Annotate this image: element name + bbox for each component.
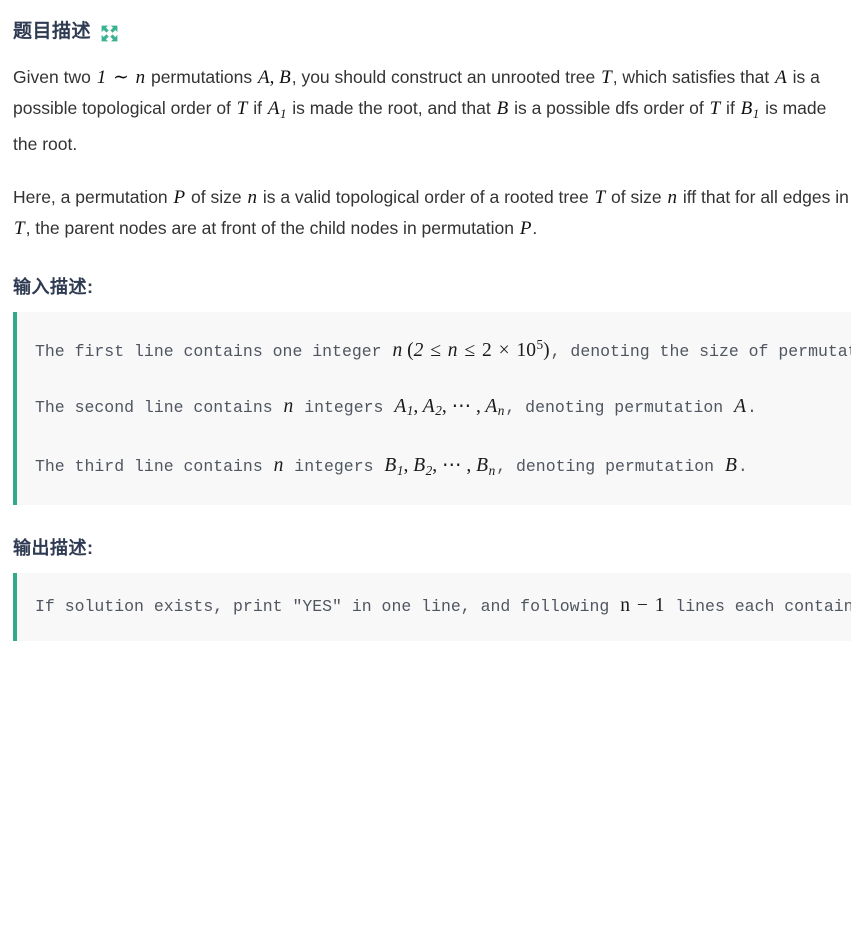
para1-seg-2: permutations xyxy=(146,67,257,87)
input-line-1: The first line contains one integer n (2… xyxy=(35,326,851,370)
description-body: Given two 1 ∼ n permutations A, B, you s… xyxy=(13,62,851,244)
para2-seg-5: iff that for all edges in xyxy=(677,186,849,207)
input-line-2: The second line contains n integers A1, … xyxy=(35,388,841,430)
math-T-4: T xyxy=(594,186,606,208)
para1-seg-3: , you should construct an unrooted tree xyxy=(291,67,601,87)
page-title-text: 题目描述 xyxy=(13,21,92,42)
para2-seg-4: of size xyxy=(606,186,667,207)
para2-seg-1: Here, a permutation xyxy=(13,186,173,207)
math-n-4: n xyxy=(273,455,284,477)
input-l3-seg-3: , denoting permutation xyxy=(496,457,724,477)
input-l2-seg-1: The second line contains xyxy=(35,397,283,417)
description-paragraph-2: Here, a permutation P of size n is a val… xyxy=(13,182,851,244)
input-l2-seg-2: integers xyxy=(294,397,394,417)
math-T-3: T xyxy=(709,98,721,119)
para1-seg-8: is a possible dfs order of xyxy=(509,98,709,118)
output-description-block: If solution exists, print "YES" in one l… xyxy=(13,572,851,641)
math-B-sequence: B1, B2, ⋯ , Bn xyxy=(384,455,496,478)
input-l3-seg-1: The third line contains xyxy=(35,457,273,477)
input-line-3: The third line contains n integers B1, B… xyxy=(35,447,841,489)
math-B-1: B xyxy=(496,98,509,119)
para2-seg-3: is a valid topological order of a rooted… xyxy=(257,186,594,207)
input-l3-seg-2: integers xyxy=(284,457,384,477)
math-B-2: B xyxy=(724,455,737,477)
math-n-2: n xyxy=(667,186,677,208)
page-title: 题目描述 xyxy=(13,0,851,48)
input-description-block: The first line contains one integer n (2… xyxy=(13,311,851,505)
para2-seg-2: of size xyxy=(186,186,247,207)
description-paragraph-1: Given two 1 ∼ n permutations A, B, you s… xyxy=(13,62,851,160)
output-section-title-text: 输出描述: xyxy=(13,537,94,558)
math-n-3: n xyxy=(283,395,294,417)
math-T-5: T xyxy=(14,217,25,239)
para1-seg-1: Given two xyxy=(13,67,96,87)
math-n-minus-1: n − 1 xyxy=(620,594,665,616)
input-section-title: 输入描述: xyxy=(13,274,851,300)
math-A-2: A xyxy=(734,395,747,417)
para2-seg-7: . xyxy=(532,217,538,238)
output-line-1: If solution exists, print "YES" in one l… xyxy=(35,587,851,625)
output-seg-1: If solution exists, print "YES" in one l… xyxy=(35,596,620,616)
math-P-1: P xyxy=(173,186,186,208)
math-n-range: n (2 ≤ n ≤ 2 × 105) xyxy=(392,336,550,361)
input-section-title-text: 输入描述: xyxy=(13,276,94,297)
math-A-sequence: A1, A2, ⋯ , An xyxy=(394,395,505,419)
math-n-1: n xyxy=(247,186,257,208)
para1-seg-4: , which satisfies that xyxy=(612,67,775,87)
para1-seg-9: if xyxy=(721,98,740,118)
input-l2-seg-3: , denoting permutation xyxy=(505,397,734,417)
para1-seg-6: if xyxy=(248,98,267,118)
para2-seg-6: , the parent nodes are at front of the c… xyxy=(25,217,519,238)
math-A-1: A xyxy=(775,67,787,88)
output-section-title: 输出描述: xyxy=(13,535,851,561)
input-l3-seg-4: . xyxy=(737,457,748,477)
math-B-sub-1: B1 xyxy=(740,98,760,121)
math-T-1: T xyxy=(601,67,612,88)
math-A-B: A, B xyxy=(258,67,291,88)
output-seg-2: lines each contains two integers xyxy=(675,596,851,616)
input-l1-seg-2: , denoting the size of permutations. xyxy=(550,341,851,361)
math-A-sub-1: A1 xyxy=(267,98,287,121)
input-l2-seg-4: . xyxy=(747,397,757,417)
expand-arrows-icon[interactable] xyxy=(100,24,119,43)
math-T-2: T xyxy=(236,98,248,119)
problem-statement-page: 题目描述 Given two 1 ∼ n permutations A, B, … xyxy=(0,0,862,938)
math-1-to-n: 1 ∼ n xyxy=(96,67,146,88)
math-P-2: P xyxy=(519,217,532,239)
para1-seg-7: is made the root, and that xyxy=(287,98,496,118)
input-l1-seg-1: The first line contains one integer xyxy=(35,341,392,361)
